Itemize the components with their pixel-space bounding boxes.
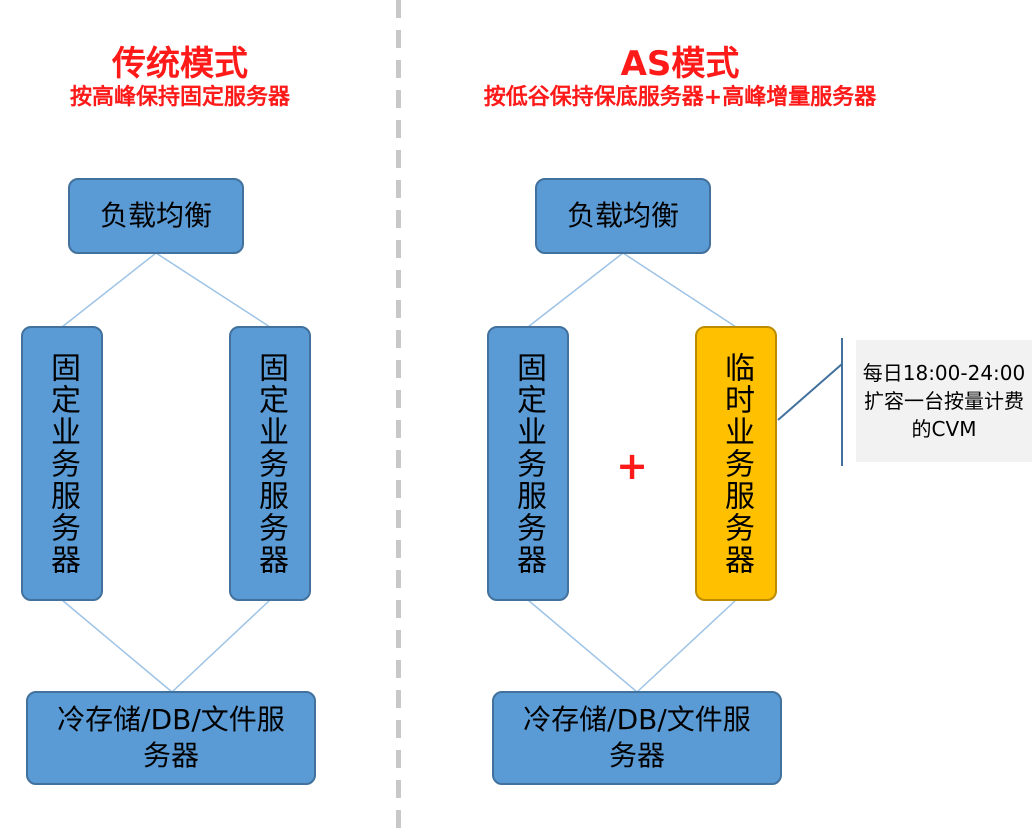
right-panel-title: AS模式 — [620, 44, 740, 84]
left-load-balancer: 负载均衡 — [68, 178, 244, 254]
right-panel-subtitle: 按低谷保持保底服务器+高峰增量服务器 — [483, 85, 877, 110]
plus-sign: + — [616, 444, 648, 488]
scaling-callout: 每日18:00-24:00扩容一台按量计费的CVM — [856, 340, 1032, 462]
right-fixed-server: 固定业务服务器 — [487, 326, 569, 601]
right-temp-server: 临时业务服务器 — [695, 326, 777, 601]
left-fixed-server-1: 固定业务服务器 — [21, 326, 103, 601]
left-panel-subtitle: 按高峰保持固定服务器 — [69, 85, 290, 110]
left-panel-title: 传统模式 — [112, 44, 248, 84]
right-load-balancer: 负载均衡 — [535, 178, 711, 254]
right-storage-server: 冷存储/DB/文件服务器 — [492, 691, 782, 785]
right-panel-header: AS模式 按低谷保持保底服务器+高峰增量服务器 — [440, 44, 920, 112]
left-fixed-server-2: 固定业务服务器 — [229, 326, 311, 601]
left-storage-server: 冷存储/DB/文件服务器 — [26, 691, 316, 785]
left-panel-header: 传统模式 按高峰保持固定服务器 — [0, 44, 360, 112]
